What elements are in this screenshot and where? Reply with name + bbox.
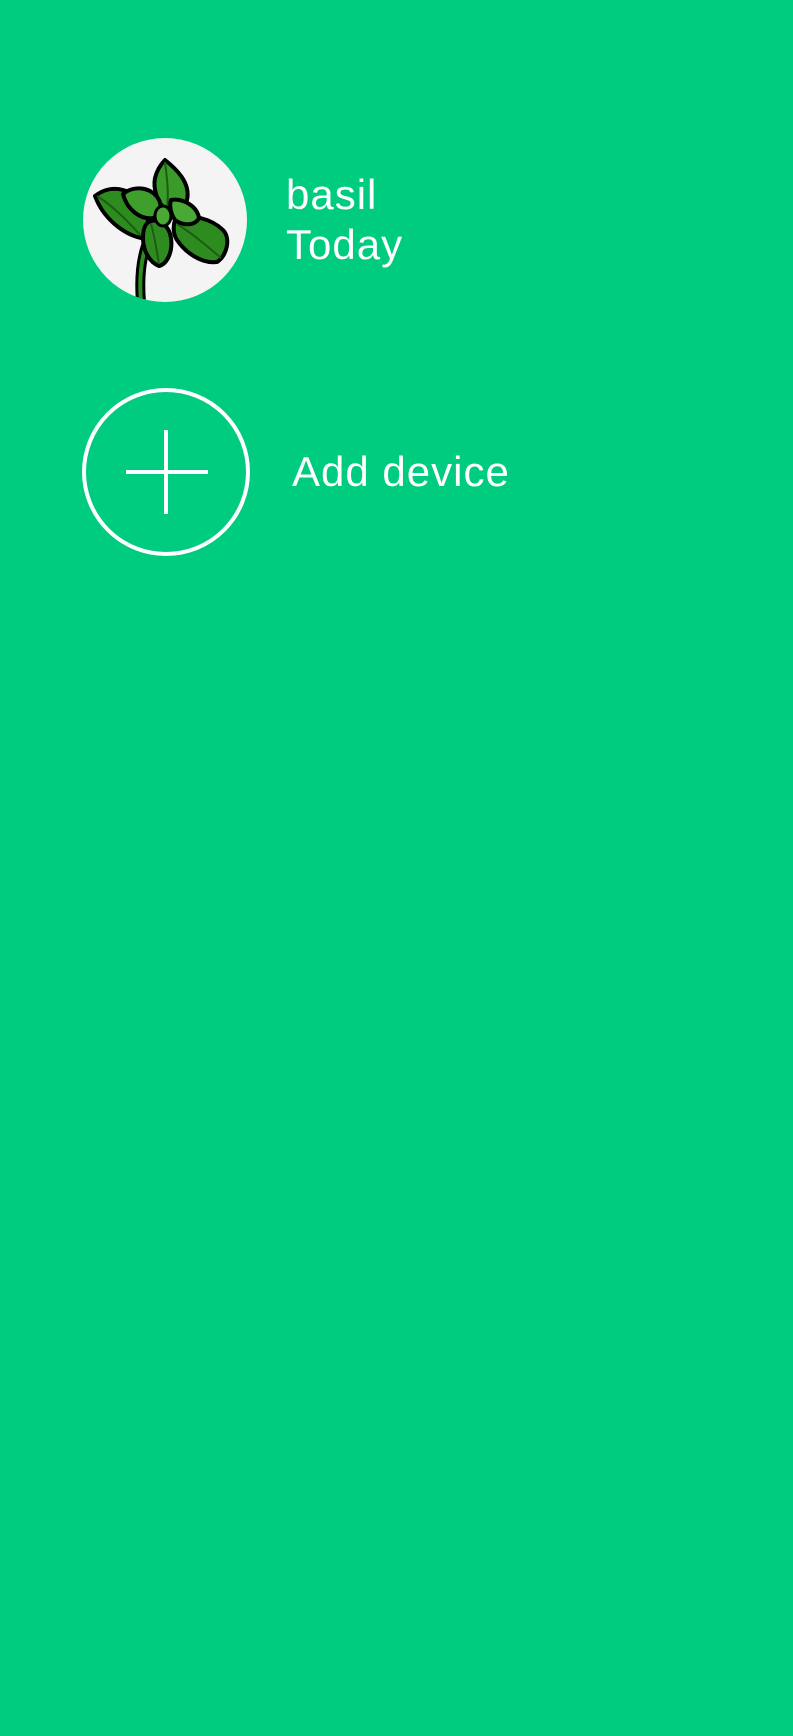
device-last-seen: Today xyxy=(286,221,404,268)
device-avatar xyxy=(83,138,247,302)
plus-icon xyxy=(82,388,250,556)
plus-vertical-bar xyxy=(164,430,168,514)
add-device-label: Add device xyxy=(292,448,510,495)
device-info: basil Today xyxy=(286,170,403,270)
basil-plant-icon xyxy=(93,158,230,302)
add-device-button[interactable]: Add device xyxy=(82,388,722,556)
device-name: basil xyxy=(286,171,378,218)
device-list-screen: basil Today Add device xyxy=(0,0,793,1736)
device-item-basil[interactable]: basil Today xyxy=(83,138,723,302)
